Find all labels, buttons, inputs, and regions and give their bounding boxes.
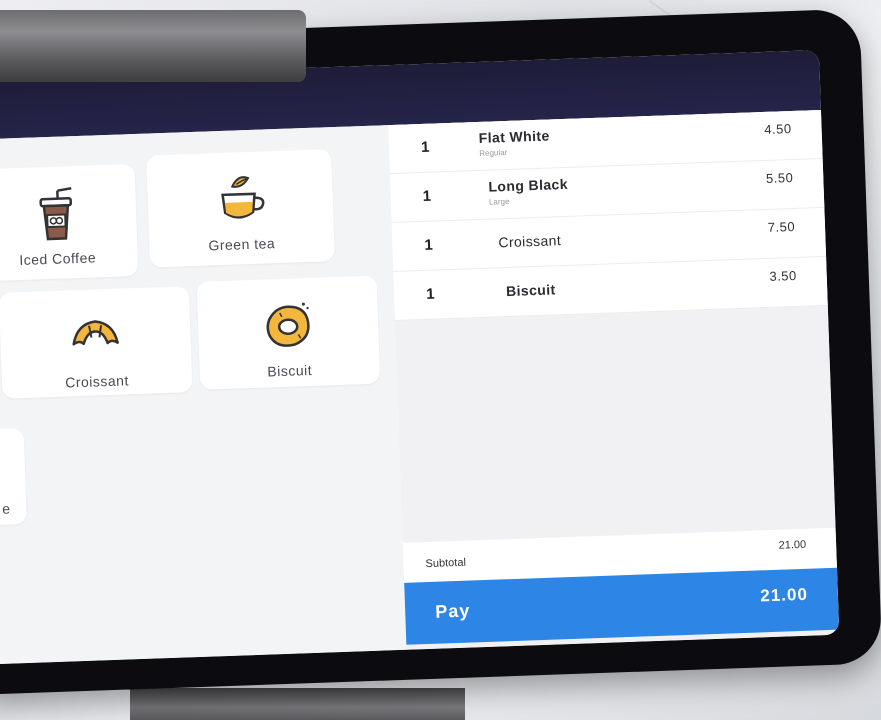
product-label: e (1, 500, 11, 517)
product-label: Croissant (64, 372, 130, 391)
order-item-price: 3.50 (769, 267, 797, 284)
product-card-partial[interactable]: e (0, 428, 27, 527)
order-item-modifier: Regular (479, 147, 508, 158)
pay-amount: 21.00 (760, 584, 809, 606)
tablet-stand-arm (0, 10, 306, 82)
product-card-green-tea[interactable]: Green tea (146, 149, 335, 268)
order-item-price: 7.50 (767, 218, 796, 235)
product-card-croissant[interactable]: Croissant (0, 286, 193, 399)
order-item-name: Long Black (488, 175, 569, 195)
order-item-name: Biscuit (505, 281, 556, 300)
order-item-name: Flat White (478, 127, 550, 146)
croissant-icon (72, 320, 119, 346)
product-grid: Iced Coffee Green tea Croissant Biscuit … (0, 125, 407, 665)
product-card-iced-coffee[interactable]: Iced Coffee (0, 163, 139, 282)
product-label: Iced Coffee (18, 249, 97, 269)
subtotal-value: 21.00 (778, 538, 807, 552)
order-item-price: 4.50 (764, 121, 792, 137)
order-qty: 1 (420, 138, 430, 156)
tablet-stand-base (130, 688, 465, 720)
tablet-device: Iced Coffee Green tea Croissant Biscuit … (0, 8, 881, 695)
product-label: Biscuit (267, 361, 313, 380)
product-card-biscuit[interactable]: Biscuit (196, 275, 381, 390)
order-item-modifier: Large (488, 196, 510, 207)
order-qty: 1 (422, 187, 432, 205)
pos-screen: Iced Coffee Green tea Croissant Biscuit … (0, 50, 840, 665)
order-qty: 1 (425, 285, 435, 303)
pay-label: Pay (434, 600, 471, 622)
green-tea-icon (220, 176, 264, 219)
order-panel: 1 Flat White Regular 4.50 1 Long Black L… (388, 109, 840, 650)
order-qty: 1 (424, 236, 434, 254)
product-label: Green tea (208, 235, 276, 254)
iced-coffee-icon (39, 186, 73, 241)
order-item-name: Croissant (498, 232, 562, 251)
order-item-price: 5.50 (765, 170, 794, 186)
biscuit-icon (266, 302, 310, 347)
subtotal-label: Subtotal (425, 556, 467, 571)
